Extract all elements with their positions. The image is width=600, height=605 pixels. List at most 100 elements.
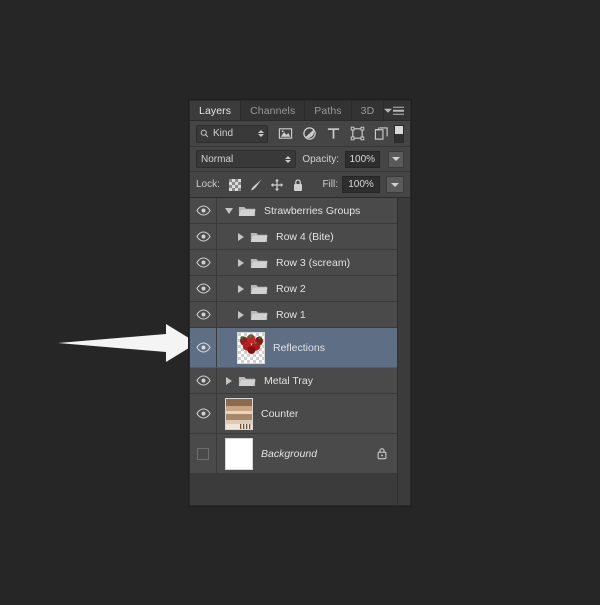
group-expand-toggle[interactable] bbox=[223, 376, 235, 385]
wood-counter-thumbnail-icon bbox=[226, 398, 252, 429]
fill-value[interactable]: 100% bbox=[342, 176, 380, 193]
lock-image-pixels-icon[interactable] bbox=[249, 178, 263, 192]
tab-layers[interactable]: Layers bbox=[190, 101, 242, 120]
group-expand-toggle[interactable] bbox=[235, 310, 247, 319]
group-expand-toggle[interactable] bbox=[223, 207, 235, 214]
lock-row: Lock: Fill: 100% bbox=[190, 172, 410, 198]
tab-3d[interactable]: 3D bbox=[352, 101, 385, 120]
fill-group: Fill: 100% bbox=[322, 176, 404, 193]
table-row[interactable]: Strawberries Groups bbox=[190, 198, 397, 224]
opacity-dropdown-button[interactable] bbox=[387, 150, 404, 168]
folder-icon bbox=[250, 258, 268, 268]
layer-name: Reflections bbox=[273, 341, 325, 354]
tab-channels-label: Channels bbox=[250, 104, 296, 117]
layer-list-empty-area bbox=[190, 474, 397, 475]
layer-visibility-toggle[interactable] bbox=[190, 434, 217, 473]
chevron-right-icon bbox=[238, 232, 244, 241]
blend-mode-value: Normal bbox=[201, 153, 234, 165]
table-row[interactable]: Counter bbox=[190, 394, 397, 434]
chevron-down-icon bbox=[225, 207, 233, 214]
filter-kind-stepper-icon[interactable] bbox=[258, 130, 264, 137]
screenshot-stage: Layers Channels Paths 3D Kind Normal Opa… bbox=[0, 0, 600, 605]
layer-name: Strawberries Groups bbox=[264, 204, 361, 217]
eye-icon bbox=[195, 205, 211, 216]
table-row[interactable]: Metal Tray bbox=[190, 368, 397, 394]
layer-name: Row 1 bbox=[276, 308, 306, 321]
layer-row-body[interactable]: Row 4 (Bite) bbox=[217, 224, 397, 249]
table-row[interactable]: Background bbox=[190, 434, 397, 474]
layer-list-scrollbar[interactable] bbox=[397, 198, 410, 505]
folder-icon bbox=[238, 376, 256, 386]
search-icon bbox=[200, 129, 209, 138]
layer-name: Row 4 (Bite) bbox=[276, 230, 334, 243]
adjustment-layer-filter-icon[interactable] bbox=[302, 126, 317, 141]
filter-enable-toggle[interactable] bbox=[394, 124, 404, 143]
group-expand-toggle[interactable] bbox=[235, 232, 247, 241]
table-row[interactable]: Reflections bbox=[190, 328, 397, 368]
layer-visibility-toggle[interactable] bbox=[190, 328, 217, 367]
layer-name: Counter bbox=[261, 407, 299, 420]
layer-row-body[interactable]: Strawberries Groups bbox=[217, 198, 397, 223]
panel-tab-bar: Layers Channels Paths 3D bbox=[190, 101, 410, 121]
table-row[interactable]: Row 1 bbox=[190, 302, 397, 328]
tab-3d-label: 3D bbox=[360, 104, 375, 117]
layer-visibility-toggle[interactable] bbox=[190, 224, 217, 249]
pixel-layer-filter-icon[interactable] bbox=[278, 126, 293, 141]
type-layer-filter-icon[interactable] bbox=[326, 126, 341, 141]
table-row[interactable]: Row 3 (scream) bbox=[190, 250, 397, 276]
panel-menu-icon[interactable] bbox=[384, 106, 404, 115]
chevron-right-icon bbox=[238, 310, 244, 319]
layer-name: Background bbox=[261, 447, 318, 460]
group-expand-toggle[interactable] bbox=[235, 284, 247, 293]
layer-thumbnail[interactable] bbox=[225, 437, 253, 470]
smart-object-filter-icon[interactable] bbox=[374, 126, 389, 141]
layer-row-body[interactable]: Row 3 (scream) bbox=[217, 250, 397, 275]
layer-visibility-toggle[interactable] bbox=[190, 198, 217, 223]
layer-visibility-toggle[interactable] bbox=[190, 250, 217, 275]
panel-menu-triangle-icon bbox=[384, 108, 392, 113]
tab-paths[interactable]: Paths bbox=[305, 101, 352, 120]
group-expand-toggle[interactable] bbox=[235, 258, 247, 267]
strawberries-transparent-thumbnail-icon bbox=[238, 332, 264, 363]
layer-row-body[interactable]: Row 2 bbox=[217, 276, 397, 301]
layer-row-body[interactable]: Metal Tray bbox=[217, 368, 397, 393]
lock-all-icon[interactable] bbox=[291, 178, 305, 192]
lock-position-icon[interactable] bbox=[270, 178, 284, 192]
chevron-down-icon bbox=[391, 157, 400, 161]
lock-transparent-pixels-icon[interactable] bbox=[228, 178, 242, 192]
eye-off-icon bbox=[197, 447, 209, 460]
chevron-down-icon bbox=[391, 182, 399, 187]
blend-mode-stepper-icon[interactable] bbox=[285, 155, 292, 163]
opacity-label: Opacity: bbox=[302, 153, 340, 165]
fill-dropdown-button[interactable] bbox=[386, 176, 404, 193]
pointer-arrow-annotation bbox=[58, 322, 198, 366]
layer-visibility-toggle[interactable] bbox=[190, 394, 217, 433]
layer-row-body[interactable]: Background bbox=[217, 434, 397, 473]
layer-visibility-toggle[interactable] bbox=[190, 368, 217, 393]
opacity-value[interactable]: 100% bbox=[345, 150, 380, 168]
filter-kind-select[interactable]: Kind bbox=[196, 124, 268, 143]
layer-row-body[interactable]: Counter bbox=[217, 394, 397, 433]
eye-icon bbox=[195, 375, 211, 386]
fill-label: Fill: bbox=[322, 179, 338, 190]
layer-thumbnail[interactable] bbox=[237, 331, 265, 364]
lock-label: Lock: bbox=[196, 179, 220, 190]
layer-name: Row 2 bbox=[276, 282, 306, 295]
folder-icon bbox=[250, 284, 268, 294]
layer-filter-row: Kind bbox=[190, 121, 410, 147]
layer-thumbnail[interactable] bbox=[225, 397, 253, 430]
layer-list[interactable]: Strawberries Groups Row 4 (Bite) Row 3 (… bbox=[190, 198, 397, 505]
tab-paths-label: Paths bbox=[314, 104, 342, 117]
layers-panel: Layers Channels Paths 3D Kind Normal Opa… bbox=[189, 100, 411, 506]
table-row[interactable]: Row 2 bbox=[190, 276, 397, 302]
tab-channels[interactable]: Channels bbox=[241, 101, 306, 120]
blend-mode-select[interactable]: Normal bbox=[196, 150, 297, 168]
layer-row-body[interactable]: Reflections bbox=[217, 328, 397, 367]
table-row[interactable]: Row 4 (Bite) bbox=[190, 224, 397, 250]
layer-visibility-toggle[interactable] bbox=[190, 302, 217, 327]
eye-icon bbox=[195, 257, 211, 268]
chevron-right-icon bbox=[226, 376, 232, 385]
layer-visibility-toggle[interactable] bbox=[190, 276, 217, 301]
layer-row-body[interactable]: Row 1 bbox=[217, 302, 397, 327]
shape-layer-filter-icon[interactable] bbox=[350, 126, 365, 141]
